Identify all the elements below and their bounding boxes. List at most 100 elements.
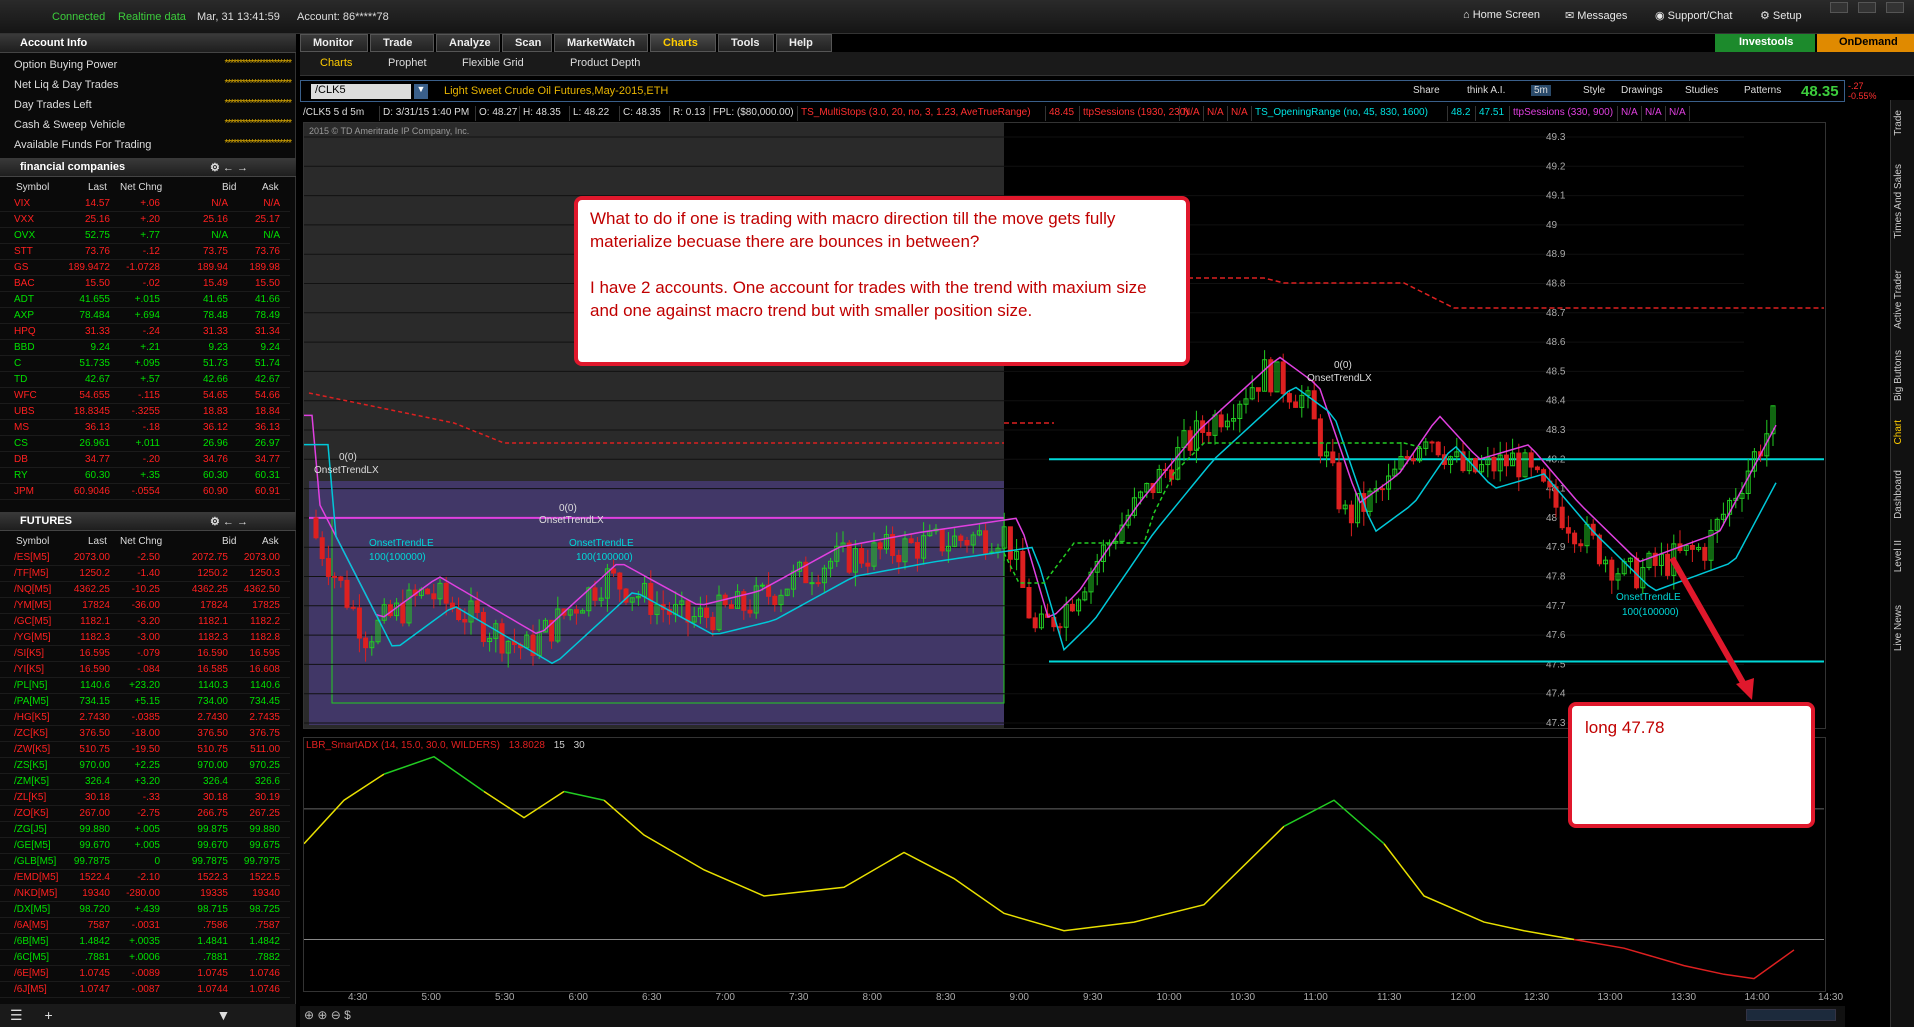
side-tab-trade[interactable]: Trade [1893, 110, 1913, 136]
toolbar-5m[interactable]: 5m [1531, 85, 1551, 96]
minimize-button[interactable] [1830, 2, 1848, 13]
table-row[interactable]: BBD 9.24 +.21 9.23 9.24 [0, 340, 290, 356]
zoom-controls-icon[interactable]: ⊕ ⊕ ⊖ $ [304, 1008, 351, 1022]
bid-cell: 189.94 [197, 262, 228, 273]
investools-button[interactable]: Investools [1715, 34, 1815, 52]
table-row[interactable]: HPQ 31.33 -.24 31.33 31.34 [0, 324, 290, 340]
table-row[interactable]: WFC 54.655 -.115 54.65 54.66 [0, 388, 290, 404]
table-row[interactable]: /GLB[M5] 99.7875 0 99.7875 99.7975 [0, 854, 290, 870]
side-tab-level-ii[interactable]: Level II [1893, 540, 1913, 572]
account-info-header[interactable]: Account Info [0, 34, 296, 53]
table-row[interactable]: DB 34.77 -.20 34.76 34.77 [0, 452, 290, 468]
side-tab-active-trader[interactable]: Active Trader [1893, 270, 1913, 329]
support-chat-button[interactable]: ◉ Support/Chat [1655, 9, 1732, 22]
table-row[interactable]: /ZS[K5] 970.00 +2.25 970.00 970.25 [0, 758, 290, 774]
table-row[interactable]: /NQ[M5] 4362.25 -10.25 4362.25 4362.50 [0, 582, 290, 598]
table-row[interactable]: /YG[M5] 1182.3 -3.00 1182.3 1182.8 [0, 630, 290, 646]
table-row[interactable]: /6E[M5] 1.0745 -.0089 1.0745 1.0746 [0, 966, 290, 982]
tab-tools[interactable]: Tools [718, 34, 774, 52]
toolbar-style[interactable]: Style [1583, 85, 1605, 96]
watchlist-controls-icon[interactable]: ⚙ ← → [210, 161, 248, 174]
table-row[interactable]: C 51.735 +.095 51.73 51.74 [0, 356, 290, 372]
table-row[interactable]: OVX 52.75 +.77 N/A N/A [0, 228, 290, 244]
toolbar-studies[interactable]: Studies [1685, 85, 1718, 96]
tab-marketwatch[interactable]: MarketWatch [554, 34, 648, 52]
subtab-flexible-grid[interactable]: Flexible Grid [462, 57, 524, 69]
tab-monitor[interactable]: Monitor [300, 34, 368, 52]
table-row[interactable]: ADT 41.655 +.015 41.65 41.66 [0, 292, 290, 308]
table-row[interactable]: /ZO[K5] 267.00 -2.75 266.75 267.25 [0, 806, 290, 822]
futures-controls-icon[interactable]: ⚙ ← → [210, 515, 248, 528]
account-info-row: Net Liq & Day Trades ********************… [0, 76, 296, 96]
table-row[interactable]: /HG[K5] 2.7430 -.0385 2.7430 2.7435 [0, 710, 290, 726]
candle-body [1410, 458, 1416, 462]
table-row[interactable]: /NKD[M5] 19340 -280.00 19335 19340 [0, 886, 290, 902]
chart-scrollbar[interactable] [1746, 1009, 1836, 1021]
table-row[interactable]: UBS 18.8345 -.3255 18.83 18.84 [0, 404, 290, 420]
table-row[interactable]: /ZM[K5] 326.4 +3.20 326.4 326.6 [0, 774, 290, 790]
table-row[interactable]: /YI[K5] 16.590 -.084 16.585 16.608 [0, 662, 290, 678]
tab-charts[interactable]: Charts [650, 34, 716, 52]
tab-help[interactable]: Help [776, 34, 832, 52]
maximize-button[interactable] [1858, 2, 1876, 13]
toolbar-drawings[interactable]: Drawings [1621, 85, 1663, 96]
table-row[interactable]: RY 60.30 +.35 60.30 60.31 [0, 468, 290, 484]
table-row[interactable]: /EMD[M5] 1522.4 -2.10 1522.3 1522.5 [0, 870, 290, 886]
tab-analyze[interactable]: Analyze [436, 34, 500, 52]
futures-header[interactable]: FUTURES ⚙ ← → [0, 512, 296, 531]
table-row[interactable]: /ES[M5] 2073.00 -2.50 2072.75 2073.00 [0, 550, 290, 566]
table-row[interactable]: AXP 78.484 +.694 78.48 78.49 [0, 308, 290, 324]
toolbar-patterns[interactable]: Patterns [1744, 85, 1781, 96]
candle-body [1491, 456, 1497, 472]
symbol-dropdown-icon[interactable]: ▼ [414, 84, 428, 99]
side-tab-big-buttons[interactable]: Big Buttons [1893, 350, 1913, 401]
setup-button[interactable]: ⚙ Setup [1760, 9, 1802, 22]
table-row[interactable]: /DX[M5] 98.720 +.439 98.715 98.725 [0, 902, 290, 918]
side-tab-chart[interactable]: Chart [1893, 420, 1913, 444]
bid-cell: 734.00 [197, 696, 228, 707]
table-row[interactable]: MS 36.13 -.18 36.12 36.13 [0, 420, 290, 436]
table-row[interactable]: /ZL[K5] 30.18 -.33 30.18 30.19 [0, 790, 290, 806]
subtab-prophet[interactable]: Prophet [388, 57, 427, 69]
table-row[interactable]: STT 73.76 -.12 73.75 73.76 [0, 244, 290, 260]
table-row[interactable]: /ZW[K5] 510.75 -19.50 510.75 511.00 [0, 742, 290, 758]
side-tab-live-news[interactable]: Live News [1893, 605, 1913, 651]
watchlist-header[interactable]: financial companies ⚙ ← → [0, 158, 296, 177]
menu-icon[interactable]: ☰ [10, 1007, 23, 1023]
table-row[interactable]: /ZG[J5] 99.880 +.005 99.875 99.880 [0, 822, 290, 838]
toolbar-share[interactable]: Share [1413, 85, 1440, 96]
table-row[interactable]: /SI[K5] 16.595 -.079 16.590 16.595 [0, 646, 290, 662]
table-row[interactable]: BAC 15.50 -.02 15.49 15.50 [0, 276, 290, 292]
table-row[interactable]: /6B[M5] 1.4842 +.0035 1.4841 1.4842 [0, 934, 290, 950]
messages-button[interactable]: ✉ Messages [1565, 9, 1627, 22]
table-row[interactable]: CS 26.961 +.011 26.96 26.97 [0, 436, 290, 452]
table-row[interactable]: VIX 14.57 +.06 N/A N/A [0, 196, 290, 212]
table-row[interactable]: /PA[M5] 734.15 +5.15 734.00 734.45 [0, 694, 290, 710]
table-row[interactable]: /YM[M5] 17824 -36.00 17824 17825 [0, 598, 290, 614]
table-row[interactable]: TD 42.67 +.57 42.66 42.67 [0, 372, 290, 388]
add-icon[interactable]: + [44, 1007, 52, 1023]
table-row[interactable]: /GE[M5] 99.670 +.005 99.670 99.675 [0, 838, 290, 854]
collapse-icon[interactable]: ▼ [217, 1007, 231, 1023]
side-tab-times-and-sales[interactable]: Times And Sales [1893, 164, 1913, 239]
table-row[interactable]: /TF[M5] 1250.2 -1.40 1250.2 1250.3 [0, 566, 290, 582]
symbol-input[interactable]: /CLK5 [311, 84, 411, 99]
table-row[interactable]: JPM 60.9046 -.0554 60.90 60.91 [0, 484, 290, 500]
close-button[interactable] [1886, 2, 1904, 13]
subtab-charts[interactable]: Charts [320, 57, 352, 69]
subtab-product-depth[interactable]: Product Depth [570, 57, 640, 69]
table-row[interactable]: /ZC[K5] 376.50 -18.00 376.50 376.75 [0, 726, 290, 742]
side-tab-dashboard[interactable]: Dashboard [1893, 470, 1913, 519]
toolbar-think-a-i-[interactable]: think A.I. [1467, 85, 1505, 96]
ondemand-button[interactable]: OnDemand [1817, 34, 1914, 52]
table-row[interactable]: GS 189.9472 -1.0728 189.94 189.98 [0, 260, 290, 276]
table-row[interactable]: /6C[M5] .7881 +.0006 .7881 .7882 [0, 950, 290, 966]
tab-scan[interactable]: Scan [502, 34, 552, 52]
table-row[interactable]: /6J[M5] 1.0747 -.0087 1.0744 1.0746 [0, 982, 290, 998]
table-row[interactable]: /6A[M5] 7587 -.0031 .7586 .7587 [0, 918, 290, 934]
table-row[interactable]: /GC[M5] 1182.1 -3.20 1182.1 1182.2 [0, 614, 290, 630]
table-row[interactable]: VXX 25.16 +.20 25.16 25.17 [0, 212, 290, 228]
tab-trade[interactable]: Trade [370, 34, 434, 52]
table-row[interactable]: /PL[N5] 1140.6 +23.20 1140.3 1140.6 [0, 678, 290, 694]
home-screen-button[interactable]: ⌂ Home Screen [1463, 9, 1540, 21]
